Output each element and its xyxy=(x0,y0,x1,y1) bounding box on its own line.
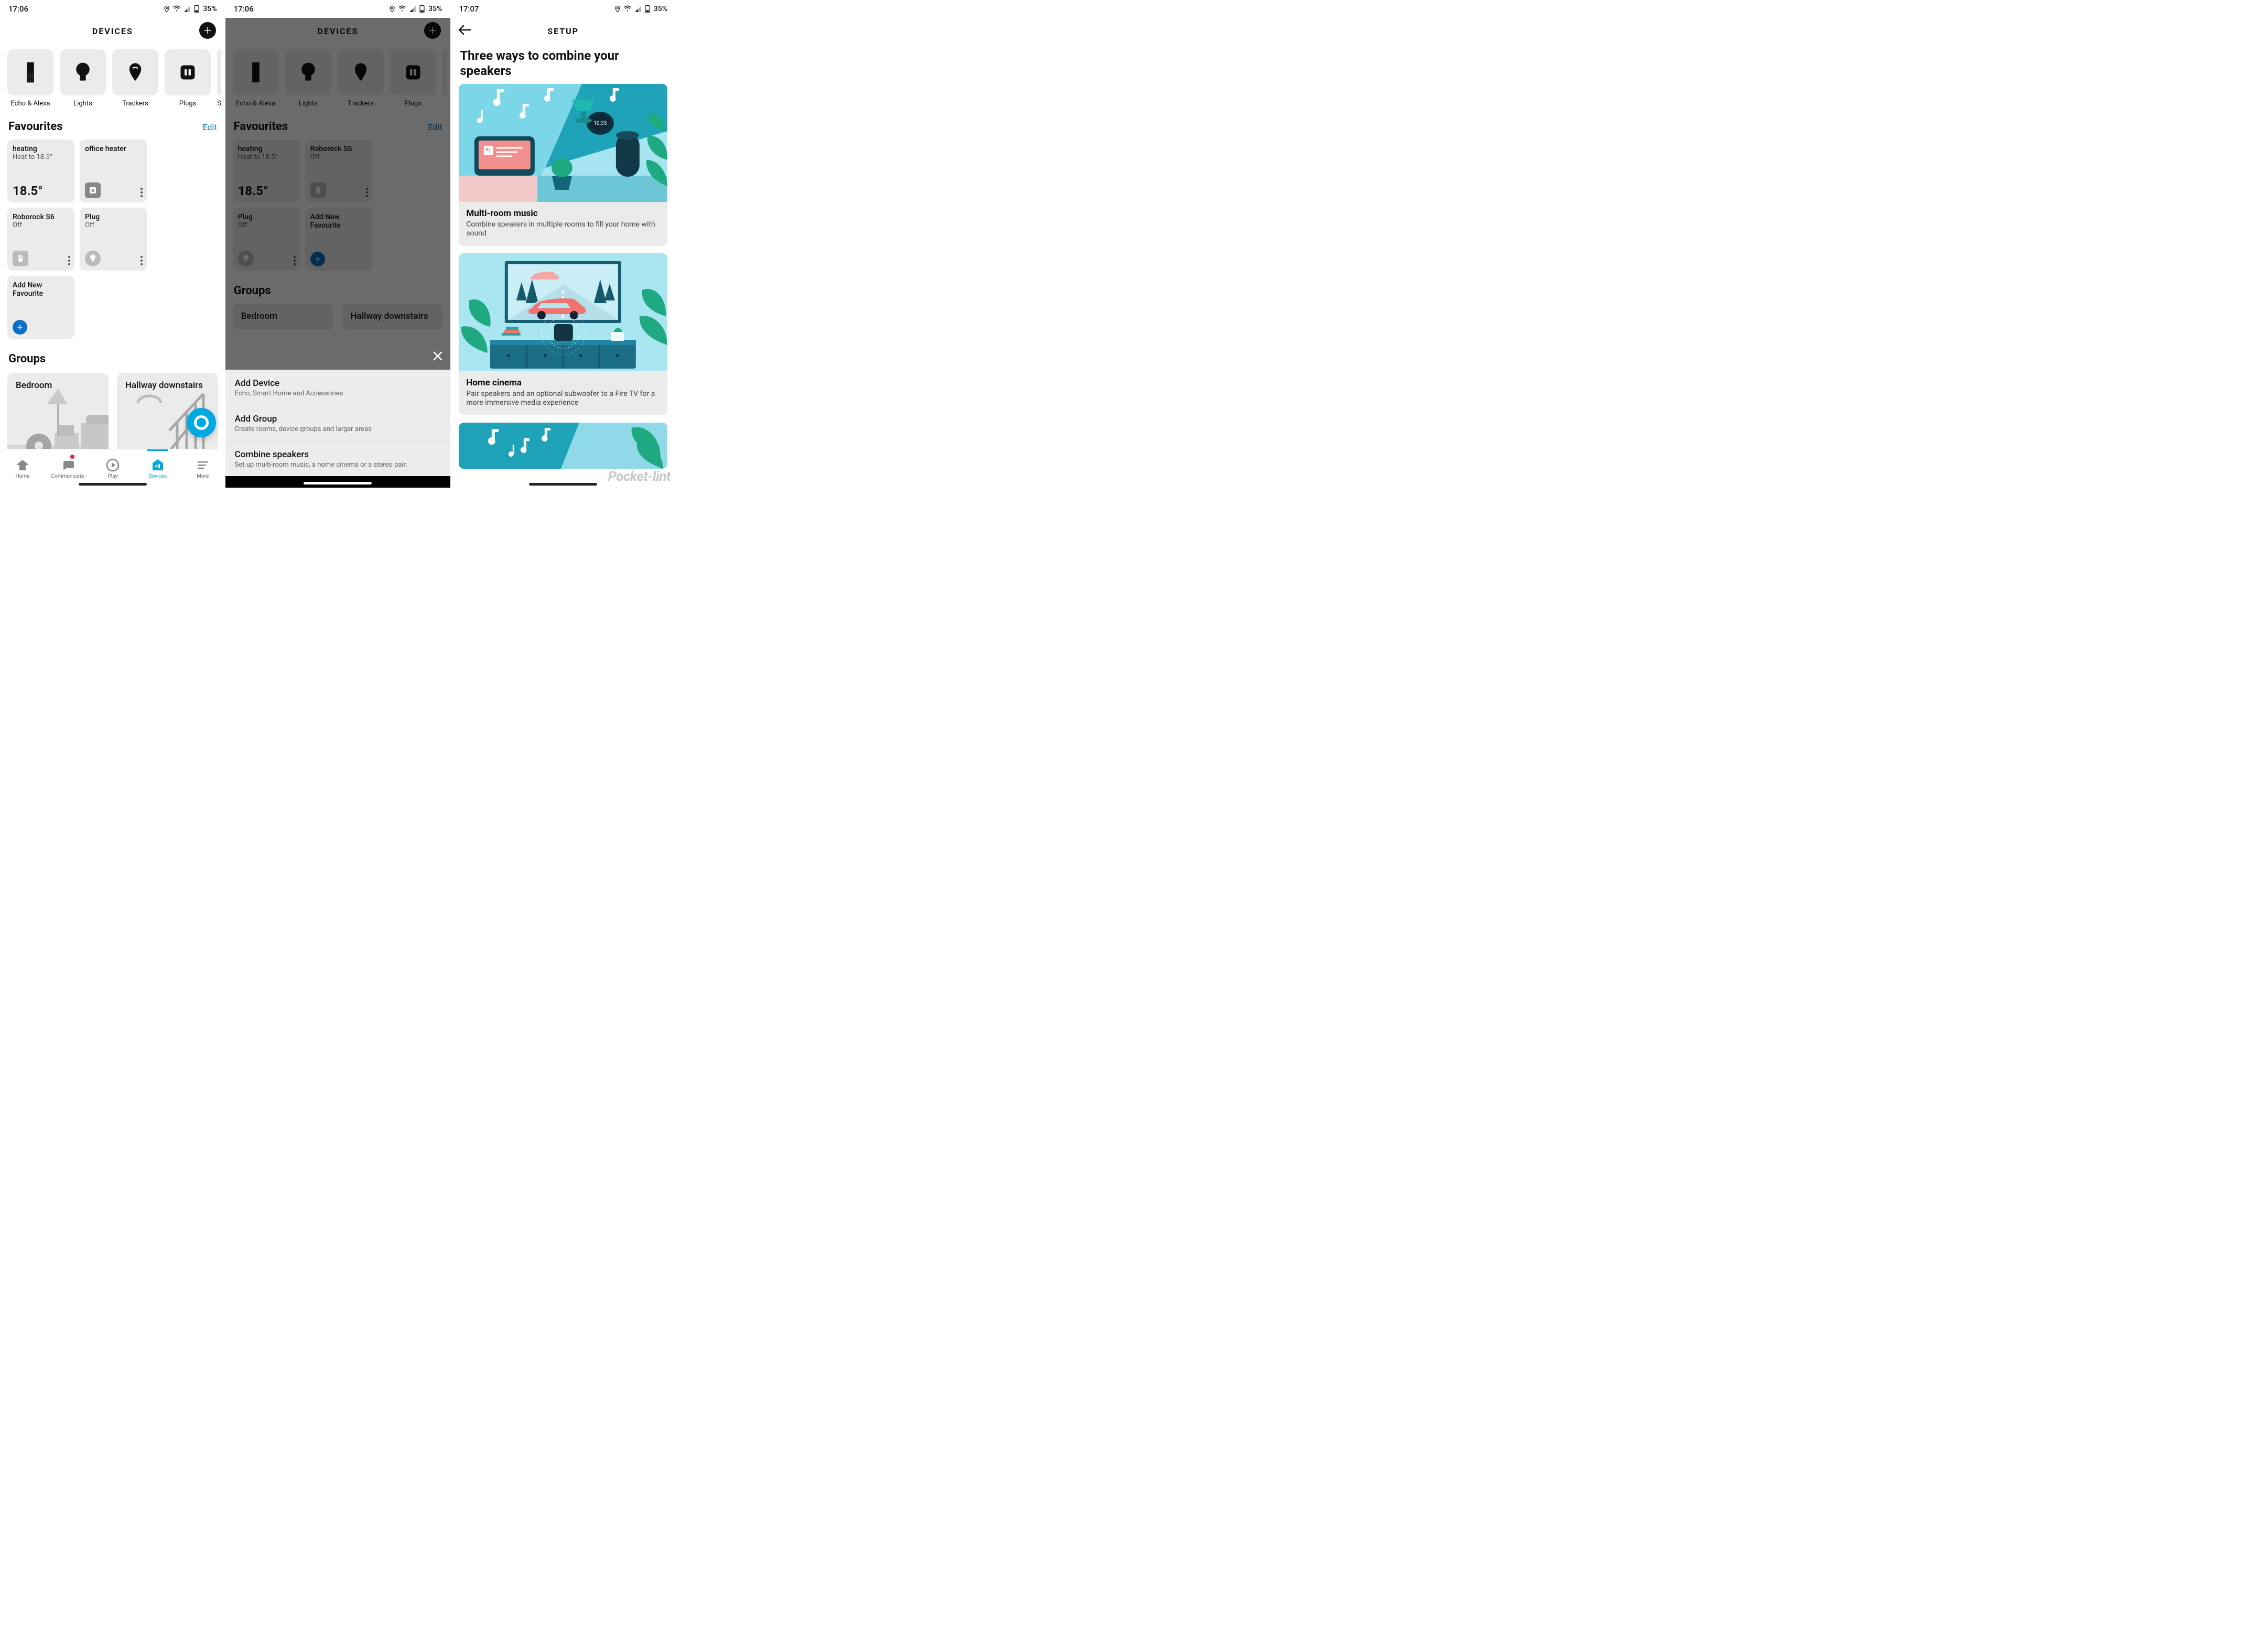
screen-devices: 17:06 35% Devices Echo & Alexa Lights Tr… xyxy=(0,0,225,488)
location-icon xyxy=(614,5,621,13)
header-title: Devices xyxy=(92,26,133,36)
favourite-heating[interactable]: heating Heat to 18.5° 18.5° xyxy=(7,139,74,202)
category-row: Echo & Alexa Lights Trackers Plugs S xyxy=(0,49,225,107)
status-time: 17:07 xyxy=(459,4,479,14)
favourites-grid: heating Heat to 18.5° 18.5° office heate… xyxy=(0,139,225,339)
tab-more[interactable]: More xyxy=(180,449,225,488)
bulb-small-icon xyxy=(85,251,101,266)
alexa-icon xyxy=(194,415,209,430)
battery-icon xyxy=(193,5,200,13)
status-icons: 35% xyxy=(614,5,667,13)
card-home-cinema[interactable]: Home cinema Pair speakers and an optiona… xyxy=(459,253,667,415)
card-multiroom-music[interactable]: 10:35 Multi-room music Combine spe xyxy=(459,84,667,246)
status-icons: 35% xyxy=(163,5,217,13)
more-icon[interactable] xyxy=(68,256,70,265)
alexa-fab[interactable] xyxy=(187,408,216,437)
multiroom-illustration: 10:35 xyxy=(459,84,667,202)
more-icon[interactable] xyxy=(141,256,143,265)
status-time: 17:06 xyxy=(234,4,254,14)
gesture-bar xyxy=(304,482,372,485)
close-icon xyxy=(431,350,444,362)
add-button[interactable] xyxy=(199,22,216,39)
tab-devices[interactable]: Devices xyxy=(135,449,180,488)
category-lights[interactable]: Lights xyxy=(60,49,106,107)
category-plugs[interactable]: Plugs xyxy=(165,49,211,107)
signal-icon xyxy=(634,5,642,13)
favourite-plug[interactable]: Plug Off xyxy=(80,208,147,271)
setup-cards: 10:35 Multi-room music Combine spe xyxy=(450,84,676,469)
close-sheet[interactable] xyxy=(431,350,444,362)
echo-icon xyxy=(23,61,38,84)
favourite-add-new[interactable]: Add New Favourite xyxy=(7,276,74,339)
add-sheet: Add Device Echo, Smart Home and Accessor… xyxy=(225,370,451,476)
status-battery: 35% xyxy=(428,5,442,13)
nav-bar-black xyxy=(225,476,451,488)
favourites-header: Favourites Edit xyxy=(0,120,225,133)
devices-header: Devices xyxy=(0,18,225,44)
gesture-bar xyxy=(529,483,597,486)
screen-setup: 17:07 35% Setup Three ways to combine yo… xyxy=(450,0,676,488)
screen-add-menu: 17:06 35% Devices Echo & Alexa Lights Tr… xyxy=(225,0,451,488)
location-icon xyxy=(388,5,396,13)
arrow-left-icon xyxy=(458,24,471,36)
home-icon xyxy=(15,459,30,471)
notification-dot xyxy=(70,455,74,459)
category-trackers[interactable]: Trackers xyxy=(112,49,158,107)
stereo-pair-illustration xyxy=(459,423,667,469)
svg-text:10:35: 10:35 xyxy=(594,121,607,126)
sheet-combine-speakers[interactable]: Combine speakers Set up multi-room music… xyxy=(225,440,451,476)
add-favourite-icon xyxy=(13,320,27,335)
category-echo[interactable]: Echo & Alexa xyxy=(7,49,53,107)
tab-home[interactable]: Home xyxy=(0,449,45,488)
favourites-title: Favourites xyxy=(8,120,63,133)
category-more-peek[interactable]: S xyxy=(217,49,221,107)
location-icon xyxy=(163,5,170,13)
tab-communicate[interactable]: Communicate xyxy=(45,449,90,488)
status-battery: 35% xyxy=(203,5,217,13)
play-icon xyxy=(106,458,120,472)
setup-header: Setup xyxy=(450,18,676,44)
chat-icon xyxy=(61,459,74,471)
favourite-office-heater[interactable]: office heater xyxy=(80,139,147,202)
tracker-icon xyxy=(127,62,143,83)
header-title: Setup xyxy=(547,26,579,36)
status-battery: 35% xyxy=(654,5,667,13)
wifi-icon xyxy=(623,5,632,13)
favourite-roborock[interactable]: Roborock S6 Off xyxy=(7,208,74,271)
bulb-icon xyxy=(74,62,92,83)
status-bar: 17:06 35% xyxy=(225,0,451,18)
status-time: 17:06 xyxy=(8,4,28,14)
card-stereo-pair-peek[interactable] xyxy=(459,423,667,469)
signal-icon xyxy=(183,5,191,13)
signal-icon xyxy=(408,5,417,13)
status-icons: 35% xyxy=(388,5,442,13)
groups-title: Groups xyxy=(8,352,46,365)
wifi-icon xyxy=(172,5,181,13)
edit-favourites[interactable]: Edit xyxy=(203,122,217,132)
sheet-add-device[interactable]: Add Device Echo, Smart Home and Accessor… xyxy=(225,370,451,405)
switch-small-icon xyxy=(13,251,28,266)
devices-icon xyxy=(151,458,165,472)
status-bar: 17:07 35% xyxy=(450,0,676,18)
battery-icon xyxy=(419,5,425,13)
more-icon[interactable] xyxy=(141,188,143,197)
menu-icon xyxy=(197,460,209,470)
page-title: Three ways to combine your speakers xyxy=(450,44,676,84)
plug-icon xyxy=(178,63,197,82)
tab-play[interactable]: Play xyxy=(90,449,135,488)
wifi-icon xyxy=(398,5,406,13)
status-bar: 17:06 35% xyxy=(0,0,225,18)
plus-icon xyxy=(203,26,212,35)
back-button[interactable] xyxy=(458,24,471,36)
watermark: Pocket-lint xyxy=(608,469,671,485)
plug-small-icon xyxy=(85,182,101,198)
gesture-bar xyxy=(79,483,147,486)
home-cinema-illustration xyxy=(459,253,667,371)
groups-header: Groups xyxy=(0,352,225,365)
bottom-nav: Home Communicate Play Devices More xyxy=(0,449,225,488)
sheet-add-group[interactable]: Add Group Create rooms, device groups an… xyxy=(225,405,451,440)
battery-icon xyxy=(644,5,651,13)
